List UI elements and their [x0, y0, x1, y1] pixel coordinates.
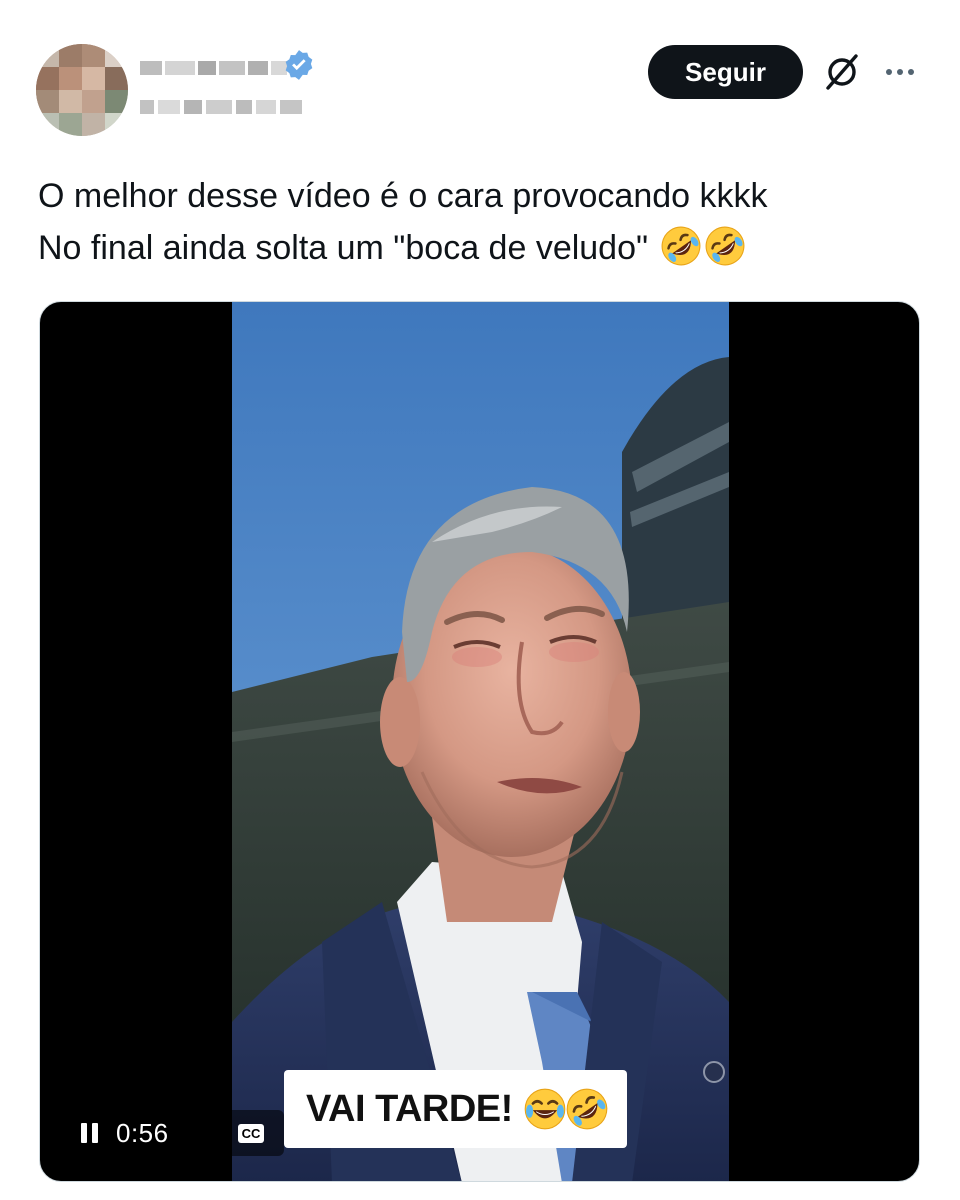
tweet-text-line-1: O melhor desse vídeo é o cara provocando… [38, 177, 768, 215]
video-controls: 0:56 CC [58, 1110, 284, 1156]
tweet-text-line-2: No final ainda solta um "boca de veludo" [38, 229, 649, 267]
video-caption-overlay: VAI TARDE! [284, 1070, 627, 1148]
video-time: 0:56 [116, 1117, 169, 1148]
cc-icon: CC [237, 1123, 265, 1143]
closed-captions-button[interactable]: CC [218, 1110, 284, 1156]
verified-badge-icon [285, 50, 313, 80]
tweet-page: Seguir O melhor desse vídeo é o cara pro… [0, 0, 960, 1200]
author-name-redacted[interactable] [140, 55, 287, 81]
video-player[interactable]: VAI TARDE! 0:56 CC [39, 301, 920, 1182]
more-options-icon[interactable] [880, 60, 920, 84]
author-avatar[interactable] [36, 44, 128, 136]
rolling-laughing-emoji-icon [705, 226, 744, 266]
rolling-laughing-emoji-icon [566, 1088, 608, 1130]
grok-icon[interactable] [822, 52, 862, 92]
video-caption-text: VAI TARDE! [306, 1087, 513, 1130]
rolling-laughing-emoji-icon [661, 226, 700, 266]
follow-button[interactable]: Seguir [648, 45, 803, 99]
tears-of-joy-emoji-icon [524, 1088, 566, 1130]
author-handle-redacted[interactable] [140, 100, 302, 114]
tweet-text: O melhor desse vídeo é o cara provocando… [38, 170, 918, 274]
video-frame [232, 302, 729, 1181]
pause-icon[interactable] [72, 1116, 106, 1150]
video-still-image [232, 302, 729, 1181]
